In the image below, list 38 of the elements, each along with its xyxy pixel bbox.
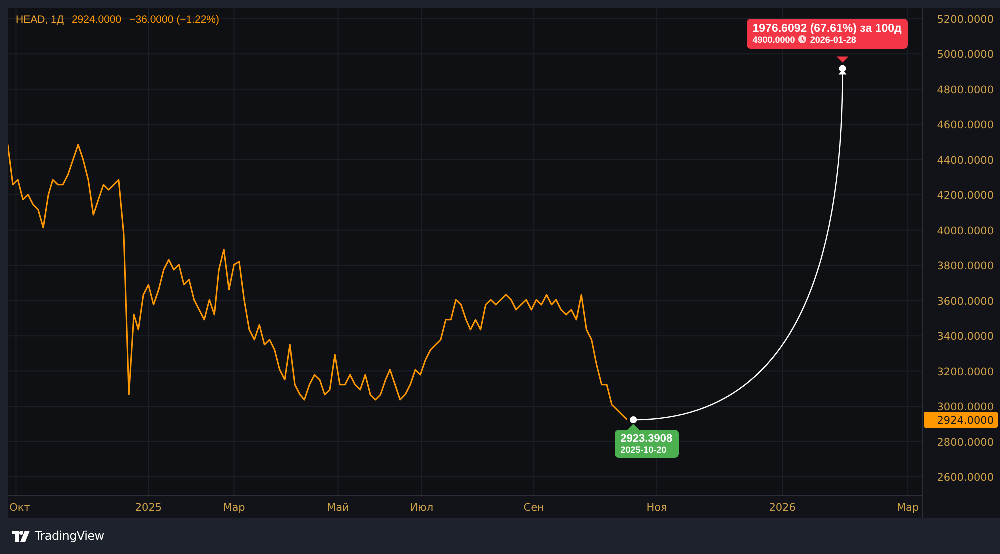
logo-icon[interactable]: [12, 530, 30, 542]
axis-label: 2025: [135, 502, 162, 514]
anchor-point[interactable]: [630, 416, 638, 424]
tooltip-tail: [836, 56, 849, 63]
last-price: 2924.0000: [72, 14, 122, 26]
axis-label: Мар: [223, 502, 246, 514]
tooltip-date: 2025-10-20: [620, 445, 668, 456]
axis-label: 5000.0000: [937, 49, 994, 62]
last-price-tag: 2924.0000: [924, 412, 998, 428]
axis-label: 4000.0000: [937, 225, 994, 238]
axis-label: 5200.0000: [937, 14, 994, 26]
pin-icon[interactable]: [838, 65, 847, 75]
clock-icon: [798, 35, 808, 44]
tooltip-date: 2026-01-28: [810, 34, 856, 45]
axis-label: 2026: [769, 502, 796, 514]
axis-label: Ноя: [646, 502, 668, 514]
axis-label: 3600.0000: [937, 296, 994, 308]
axis-label: 4400.0000: [937, 154, 994, 167]
axis-label: Июл: [410, 502, 434, 514]
axis-label: 3800.0000: [937, 260, 994, 273]
axis-label: Мар: [896, 502, 920, 514]
axis-label: 2600.0000: [937, 472, 994, 484]
axis-label: 4200.0000: [937, 190, 994, 202]
axis-label: 3200.0000: [937, 366, 994, 378]
axis-label: 3000.0000: [937, 402, 994, 414]
axis-label: Май: [327, 502, 350, 514]
axis-label: Сен: [524, 502, 544, 514]
brand-name[interactable]: TradingView: [35, 529, 104, 543]
axis-label: 4600.0000: [937, 120, 994, 132]
symbol-label: HEAD, 1Д: [16, 14, 64, 26]
tooltip-change: 1976.6092 (67.61%) за 100д: [752, 22, 902, 35]
axis-label: 2800.0000: [937, 436, 994, 449]
price-change: −36.0000 (−1.22%): [130, 14, 220, 26]
axis-label: 3400.0000: [937, 331, 994, 344]
tooltip-price: 4900.0000: [752, 34, 796, 45]
axis-label: 4800.0000: [937, 84, 994, 96]
tooltip-price: 2923.3908: [620, 433, 673, 446]
axis-label: Окт: [10, 502, 30, 514]
